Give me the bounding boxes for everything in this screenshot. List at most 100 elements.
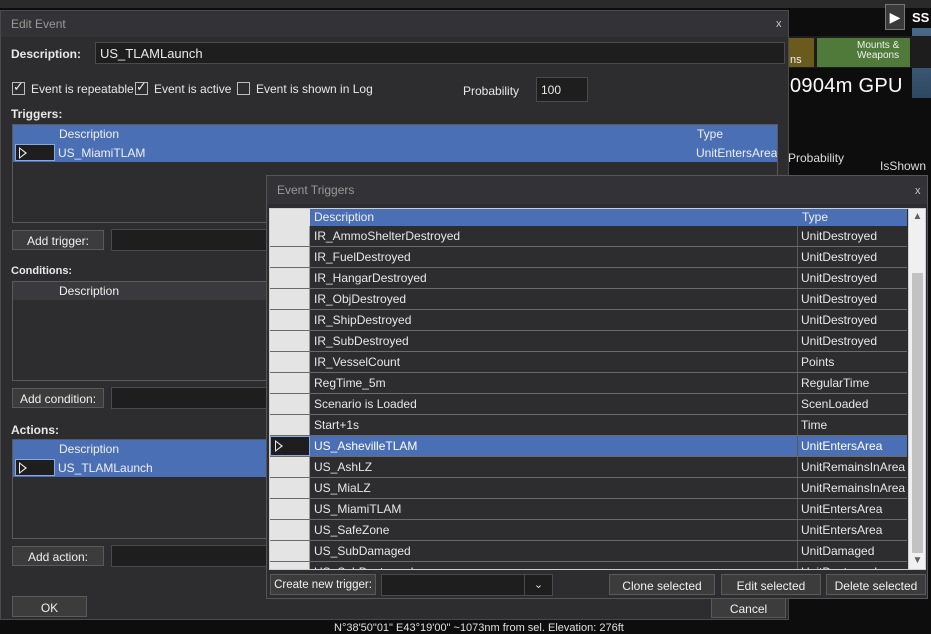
table-row[interactable]: US_MiamiTLAM UnitEntersArea xyxy=(13,143,777,162)
table-row[interactable]: US_TLAMLaunch xyxy=(13,458,273,477)
table-row[interactable]: IR_ObjDestroyed UnitDestroyed xyxy=(270,289,907,310)
trigger-description: IR_VesselCount xyxy=(314,355,401,369)
table-row[interactable]: IR_VesselCount Points xyxy=(270,352,907,373)
add-condition-dropdown[interactable] xyxy=(111,387,271,409)
trigger-description: Scenario is Loaded xyxy=(314,397,417,411)
scrollbar-thumb[interactable] xyxy=(912,273,923,553)
triggers-label: Triggers: xyxy=(11,107,63,121)
row-selector[interactable] xyxy=(270,226,310,246)
table-row[interactable]: US_AshevilleTLAM UnitEntersArea xyxy=(270,436,907,457)
row-selector[interactable] xyxy=(270,373,310,393)
row-selector[interactable] xyxy=(270,562,310,569)
trigger-type: UnitRemainsInArea xyxy=(801,460,906,474)
repeatable-label: Event is repeatable xyxy=(31,82,134,96)
actions-label: Actions: xyxy=(11,423,59,437)
row-selector[interactable] xyxy=(270,457,310,477)
actions-grid: Description US_TLAMLaunch xyxy=(12,439,274,539)
dialog-titlebar: Event Triggers xyxy=(267,176,927,204)
chevron-down-icon[interactable]: ⌄ xyxy=(524,575,552,595)
add-trigger-dropdown[interactable] xyxy=(111,229,271,251)
table-row[interactable]: US_SafeZone UnitEntersArea xyxy=(270,520,907,541)
row-selector[interactable] xyxy=(270,478,310,498)
row-selector[interactable] xyxy=(270,352,310,372)
description-label: Description: xyxy=(11,47,82,61)
table-row[interactable]: US_AshLZ UnitRemainsInArea xyxy=(270,457,907,478)
table-row[interactable]: IR_ShipDestroyed UnitDestroyed xyxy=(270,310,907,331)
column-header-type: Type xyxy=(802,210,829,224)
trigger-description: US_AshevilleTLAM xyxy=(314,439,418,453)
header-corner xyxy=(270,209,310,226)
add-trigger-button[interactable]: Add trigger: xyxy=(12,230,104,250)
dialog-title: Event Triggers xyxy=(277,183,355,197)
table-row[interactable]: US_SubDamaged UnitDamaged xyxy=(270,541,907,562)
row-selector[interactable] xyxy=(270,310,310,330)
trigger-type: UnitEntersArea xyxy=(801,439,883,453)
repeatable-checkbox[interactable] xyxy=(12,79,25,95)
add-condition-button[interactable]: Add condition: xyxy=(12,388,104,408)
close-icon[interactable]: x xyxy=(915,185,921,197)
row-selector[interactable] xyxy=(270,289,310,309)
edit-selected-button[interactable]: Edit selected xyxy=(721,574,821,595)
trigger-type-dropdown[interactable]: ⌄ xyxy=(381,574,553,596)
triggers-grid-header: Description Type xyxy=(13,125,777,143)
trigger-description: US_MiamiTLAM xyxy=(58,146,146,160)
row-selector[interactable] xyxy=(15,459,55,476)
ok-button[interactable]: OK xyxy=(12,596,87,617)
table-row[interactable]: US_MiaLZ UnitRemainsInArea xyxy=(270,478,907,499)
table-row[interactable]: US_SubDestroyed UnitDestroyed xyxy=(270,562,907,569)
trigger-type: UnitRemainsInArea xyxy=(801,481,906,495)
column-divider xyxy=(797,226,798,246)
create-new-trigger-button[interactable]: Create new trigger: xyxy=(270,574,376,595)
column-divider xyxy=(797,415,798,435)
row-selector[interactable] xyxy=(270,436,310,456)
mounts-weapons-button[interactable]: Mounts & Weapons xyxy=(817,38,910,67)
table-row[interactable]: IR_FuelDestroyed UnitDestroyed xyxy=(270,247,907,268)
table-row[interactable]: IR_SubDestroyed UnitDestroyed xyxy=(270,331,907,352)
row-selector[interactable] xyxy=(270,394,310,414)
column-header-description: Description xyxy=(314,210,375,224)
mounts-weapons-label: Mounts & Weapons xyxy=(857,40,900,61)
row-selector[interactable] xyxy=(270,331,310,351)
shown-in-log-checkbox[interactable] xyxy=(237,82,250,95)
trigger-type: UnitDamaged xyxy=(801,544,875,558)
scroll-up-icon[interactable]: ▲ xyxy=(912,211,923,223)
row-selector[interactable] xyxy=(15,144,55,161)
column-divider xyxy=(797,373,798,393)
table-row[interactable]: US_MiamiTLAM UnitEntersArea xyxy=(270,499,907,520)
event-triggers-dialog: Event Triggers x Description Type IR_Amm… xyxy=(266,175,928,599)
probability-input[interactable]: 100 xyxy=(536,77,588,102)
add-action-dropdown[interactable] xyxy=(111,545,271,567)
close-icon[interactable]: x xyxy=(776,18,782,30)
row-selector[interactable] xyxy=(270,541,310,561)
trigger-description: US_MiamiTLAM xyxy=(314,502,402,516)
description-input[interactable]: US_TLAMLaunch xyxy=(95,42,785,64)
actions-grid-header: Description xyxy=(13,440,273,458)
shown-in-log-label: Event is shown in Log xyxy=(256,82,373,96)
row-selector[interactable] xyxy=(270,520,310,540)
table-row[interactable]: Start+1s Time xyxy=(270,415,907,436)
row-selector[interactable] xyxy=(270,268,310,288)
add-action-button[interactable]: Add action: xyxy=(12,546,104,566)
trigger-type: UnitDestroyed xyxy=(801,565,877,569)
background-tile[interactable]: ns xyxy=(788,38,814,67)
active-checkbox[interactable] xyxy=(135,79,148,95)
row-selector[interactable] xyxy=(270,415,310,435)
scroll-down-icon[interactable]: ▼ xyxy=(912,555,923,567)
conditions-grid: Description xyxy=(12,281,274,381)
table-row[interactable]: RegTime_5m RegularTime xyxy=(270,373,907,394)
play-button[interactable]: ▶ xyxy=(885,4,905,30)
event-triggers-rows: IR_AmmoShelterDestroyed UnitDestroyed IR_F… xyxy=(270,226,907,569)
trigger-description: RegTime_5m xyxy=(314,376,386,390)
dialog-title: Edit Event xyxy=(11,17,66,31)
vertical-scrollbar[interactable]: ▲ ▼ xyxy=(908,209,925,569)
column-header-isshown: IsShown xyxy=(880,159,927,173)
cancel-button[interactable]: Cancel xyxy=(711,597,786,618)
dialog-titlebar: Edit Event xyxy=(1,11,788,37)
table-row[interactable]: Scenario is Loaded ScenLoaded xyxy=(270,394,907,415)
table-row[interactable]: IR_AmmoShelterDestroyed UnitDestroyed xyxy=(270,226,907,247)
table-row[interactable]: IR_HangarDestroyed UnitDestroyed xyxy=(270,268,907,289)
delete-selected-button[interactable]: Delete selected xyxy=(826,574,926,595)
clone-selected-button[interactable]: Clone selected xyxy=(609,574,715,595)
row-selector[interactable] xyxy=(270,247,310,267)
row-selector[interactable] xyxy=(270,499,310,519)
